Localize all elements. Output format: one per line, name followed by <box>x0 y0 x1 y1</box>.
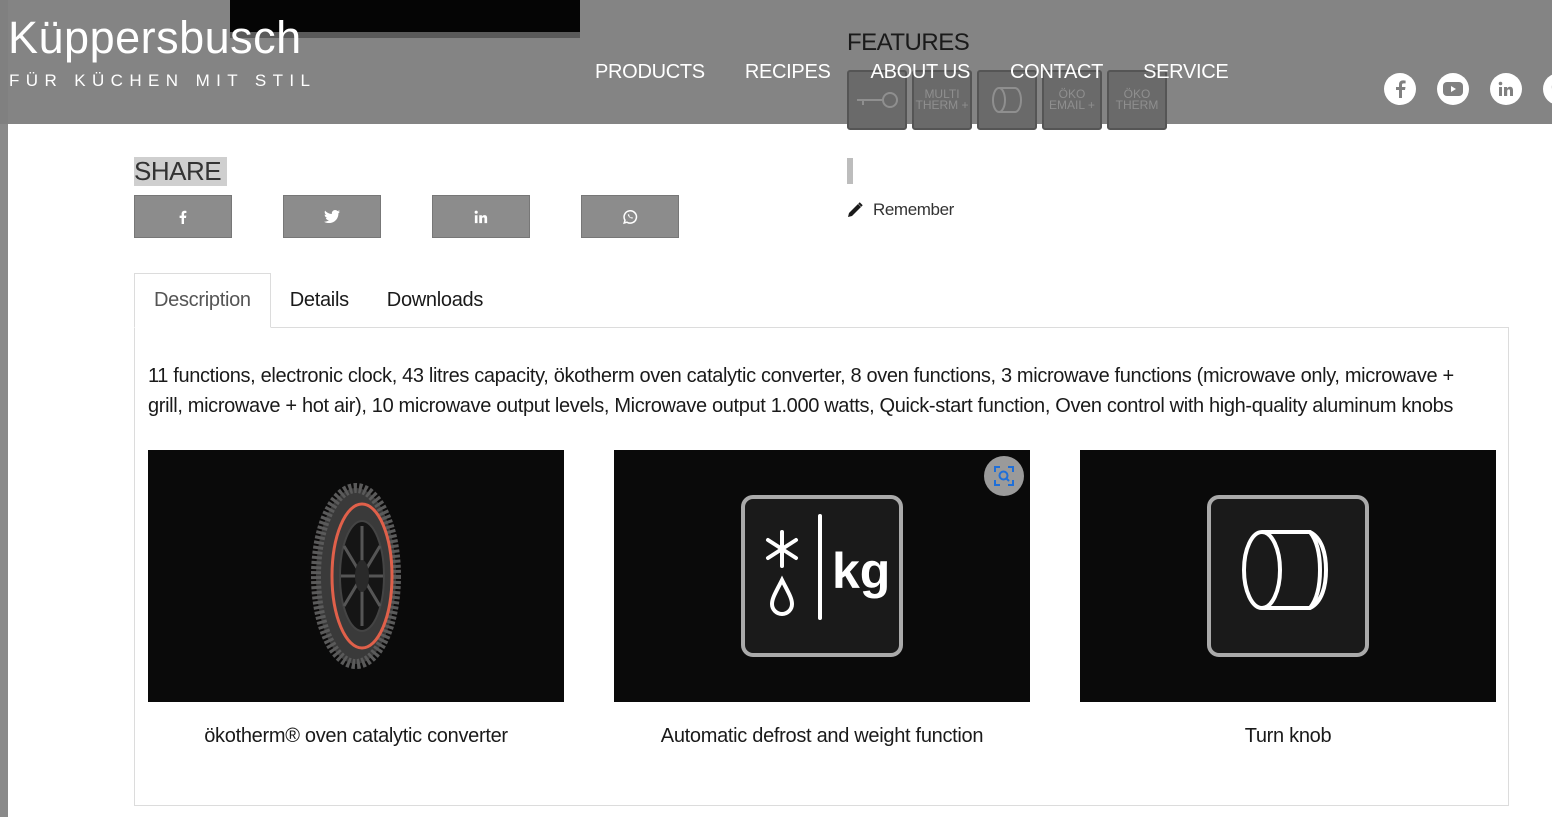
linkedin-icon[interactable] <box>1490 73 1522 105</box>
product-description: 11 functions, electronic clock, 43 litre… <box>148 365 1454 417</box>
share-twitter-button[interactable] <box>283 195 381 238</box>
product-tabs: Description Details Downloads <box>134 273 502 328</box>
kg-label: kg <box>832 543 890 599</box>
nav-service[interactable]: SERVICE <box>1143 61 1229 84</box>
remember-link[interactable]: Remember <box>847 200 954 220</box>
card-caption: Automatic defrost and weight function <box>660 725 984 747</box>
pencil-icon <box>848 202 863 217</box>
social-links <box>1384 73 1552 105</box>
youtube-icon[interactable] <box>1437 73 1469 105</box>
visual-search-button[interactable] <box>984 456 1024 496</box>
nav-products[interactable]: PRODUCTS <box>595 61 705 84</box>
whatsapp-icon <box>623 209 638 224</box>
twitter-icon <box>324 210 340 223</box>
feature-card-defrost: kg Automatic defrost and weight function <box>614 450 1030 748</box>
share-buttons <box>134 195 679 238</box>
pinterest-icon[interactable] <box>1543 73 1552 105</box>
rating-bar <box>847 158 853 184</box>
facebook-icon <box>179 210 187 224</box>
tab-downloads[interactable]: Downloads <box>368 273 502 328</box>
brand-logo[interactable]: Küppersbusch <box>8 12 302 64</box>
nav-about-us[interactable]: ABOUT US <box>871 61 971 84</box>
tab-details[interactable]: Details <box>271 273 368 328</box>
share-label: SHARE <box>134 157 228 186</box>
features-title: FEATURES <box>847 29 970 56</box>
feature-card-catalytic: ökotherm® oven catalytic converter <box>148 450 564 748</box>
feature-card-turn-knob: Turn knob <box>1080 450 1496 748</box>
visual-search-icon <box>994 466 1014 486</box>
share-linkedin-button[interactable] <box>432 195 530 238</box>
catalytic-converter-image <box>148 450 564 702</box>
feature-cards: ökotherm® oven catalytic converter kg Au… <box>148 450 1496 748</box>
turn-knob-image <box>1080 450 1496 702</box>
main-nav: PRODUCTS RECIPES ABOUT US CONTACT SERVIC… <box>595 61 1268 84</box>
card-caption: Turn knob <box>1244 725 1332 747</box>
nav-recipes[interactable]: RECIPES <box>745 61 831 84</box>
nav-contact[interactable]: CONTACT <box>1010 61 1103 84</box>
facebook-icon[interactable] <box>1384 73 1416 105</box>
remember-label: Remember <box>873 200 954 219</box>
share-facebook-button[interactable] <box>134 195 232 238</box>
share-whatsapp-button[interactable] <box>581 195 679 238</box>
linkedin-icon <box>474 210 488 223</box>
brand-tagline: FÜR KÜCHEN MIT STIL <box>9 71 317 90</box>
defrost-weight-image: kg <box>614 450 1030 702</box>
card-caption: ökotherm® oven catalytic converter <box>204 725 508 747</box>
tab-description[interactable]: Description <box>134 273 271 328</box>
